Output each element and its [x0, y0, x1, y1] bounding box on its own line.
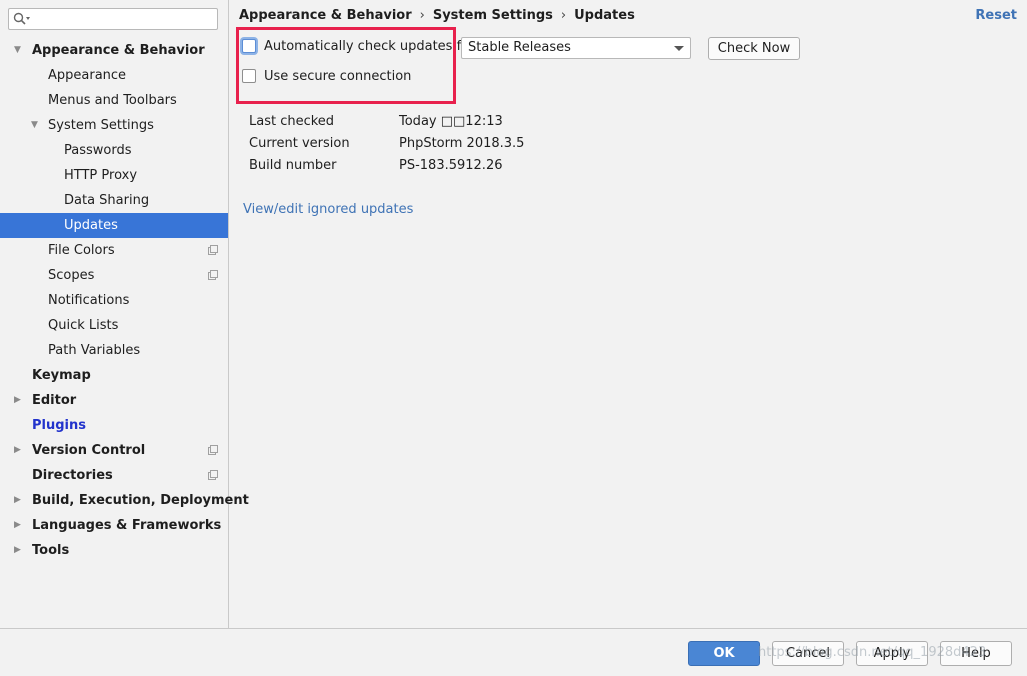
help-label: Help: [961, 646, 991, 661]
cancel-label: Cancel: [785, 646, 831, 661]
sidebar-item-label: Build, Execution, Deployment: [32, 493, 249, 508]
secure-connection-checkbox[interactable]: [242, 68, 256, 83]
sidebar-item-label: File Colors: [48, 243, 115, 258]
sidebar-item-label: Appearance & Behavior: [32, 43, 205, 58]
build-number-label: Build number: [249, 158, 337, 173]
sidebar-item-data-sharing[interactable]: Data Sharing: [0, 188, 228, 213]
search-input[interactable]: [8, 8, 218, 30]
sidebar-item-plugins[interactable]: Plugins: [0, 413, 228, 438]
update-channel-value: Stable Releases: [468, 40, 571, 55]
dialog-button-bar: OK Cancel Apply Help https://blog.csdn.n…: [0, 628, 1027, 676]
breadcrumb-part: Appearance & Behavior: [239, 8, 412, 23]
breadcrumb-part: Updates: [574, 8, 635, 23]
secure-connection-label[interactable]: Use secure connection: [264, 69, 411, 84]
project-level-icon: [208, 470, 218, 480]
project-level-icon: [208, 445, 218, 455]
sidebar-item-menus-toolbars[interactable]: Menus and Toolbars: [0, 88, 228, 113]
last-checked-value: Today □□12:13: [399, 114, 503, 129]
cancel-button[interactable]: Cancel: [772, 641, 844, 666]
search-icon: [13, 12, 30, 25]
build-number-value: PS-183.5912.26: [399, 158, 503, 173]
sidebar-item-keymap[interactable]: Keymap: [0, 363, 228, 388]
sidebar-item-directories[interactable]: Directories: [0, 463, 228, 488]
check-now-button[interactable]: Check Now: [708, 37, 800, 60]
sidebar-item-label: Updates: [64, 218, 118, 233]
auto-check-updates-label[interactable]: Automatically check updates for: [264, 39, 474, 54]
last-checked-label: Last checked: [249, 114, 335, 129]
sidebar-item-file-colors[interactable]: File Colors: [0, 238, 228, 263]
sidebar-item-label: Editor: [32, 393, 77, 408]
project-level-icon: [208, 245, 218, 255]
help-button[interactable]: Help: [940, 641, 1012, 666]
chevron-right-icon[interactable]: ▶: [14, 388, 21, 413]
sidebar-item-label: Tools: [32, 543, 70, 558]
chevron-right-icon[interactable]: ▶: [14, 513, 21, 538]
secure-connection-row: Use secure connection: [242, 67, 411, 87]
settings-content: Appearance & Behavior › System Settings › Up…: [229, 0, 1027, 628]
sidebar-item-passwords[interactable]: Passwords: [0, 138, 228, 163]
sidebar-item-label: Data Sharing: [64, 193, 150, 208]
sidebar-item-label: Directories: [32, 468, 113, 483]
sidebar-item-version-control[interactable]: ▶ Version Control: [0, 438, 228, 463]
update-channel-select[interactable]: Stable Releases: [461, 37, 691, 59]
sidebar-item-http-proxy[interactable]: HTTP Proxy: [0, 163, 228, 188]
sidebar-item-label: HTTP Proxy: [64, 168, 138, 183]
sidebar-item-label: Appearance: [48, 68, 127, 83]
breadcrumb-separator: ›: [560, 8, 567, 23]
reset-link[interactable]: Reset: [975, 6, 1017, 26]
auto-check-updates-checkbox[interactable]: [242, 38, 256, 53]
sidebar-item-label: Quick Lists: [48, 318, 119, 333]
dropdown-arrow-icon: [674, 46, 684, 51]
ignored-updates-link[interactable]: View/edit ignored updates: [243, 200, 413, 220]
chevron-right-icon[interactable]: ▶: [14, 538, 21, 563]
sidebar-item-label: Version Control: [32, 443, 146, 458]
breadcrumb-part: System Settings: [432, 8, 553, 23]
sidebar-item-editor[interactable]: ▶ Editor: [0, 388, 228, 413]
chevron-right-icon[interactable]: ▶: [14, 488, 21, 513]
apply-label: Apply: [873, 646, 911, 661]
sidebar-item-quick-lists[interactable]: Quick Lists: [0, 313, 228, 338]
sidebar-item-label: System Settings: [48, 118, 154, 133]
sidebar-item-appearance-behavior[interactable]: ▼ Appearance & Behavior: [0, 38, 228, 63]
sidebar-item-languages-frameworks[interactable]: ▶ Languages & Frameworks: [0, 513, 228, 538]
settings-sidebar: ▼ Appearance & Behavior Appearance Menus…: [0, 0, 249, 628]
apply-button[interactable]: Apply: [856, 641, 928, 666]
chevron-down-icon[interactable]: ▼: [14, 38, 21, 63]
sidebar-item-label: Notifications: [48, 293, 130, 308]
sidebar-item-system-settings[interactable]: ▼ System Settings: [0, 113, 228, 138]
sidebar-item-path-variables[interactable]: Path Variables: [0, 338, 228, 363]
sidebar-item-build-execution-deployment[interactable]: ▶ Build, Execution, Deployment: [0, 488, 249, 513]
breadcrumb: Appearance & Behavior › System Settings › Up…: [239, 6, 635, 26]
auto-check-updates-row: Automatically check updates for: [242, 37, 474, 57]
project-level-icon: [208, 270, 218, 280]
current-version-value: PhpStorm 2018.3.5: [399, 136, 525, 151]
sidebar-item-label: Languages & Frameworks: [32, 518, 222, 533]
sidebar-item-updates[interactable]: Updates: [0, 213, 228, 238]
sidebar-item-appearance[interactable]: Appearance: [0, 63, 228, 88]
breadcrumb-separator: ›: [419, 8, 425, 23]
chevron-right-icon[interactable]: ▶: [14, 438, 21, 463]
ok-button[interactable]: OK: [688, 641, 760, 666]
sidebar-item-tools[interactable]: ▶ Tools: [0, 538, 228, 563]
sidebar-item-notifications[interactable]: Notifications: [0, 288, 228, 313]
chevron-down-icon[interactable]: ▼: [31, 113, 38, 138]
sidebar-item-label: Scopes: [48, 268, 95, 283]
sidebar-item-label: Menus and Toolbars: [48, 93, 177, 108]
sidebar-item-label: Passwords: [64, 143, 132, 158]
check-now-label: Check Now: [717, 41, 791, 56]
sidebar-item-label: Path Variables: [48, 343, 141, 358]
sidebar-item-label: Keymap: [32, 368, 91, 383]
current-version-label: Current version: [249, 136, 350, 151]
sidebar-item-label: Plugins: [32, 418, 86, 433]
ok-label: OK: [713, 646, 735, 661]
sidebar-item-scopes[interactable]: Scopes: [0, 263, 228, 288]
